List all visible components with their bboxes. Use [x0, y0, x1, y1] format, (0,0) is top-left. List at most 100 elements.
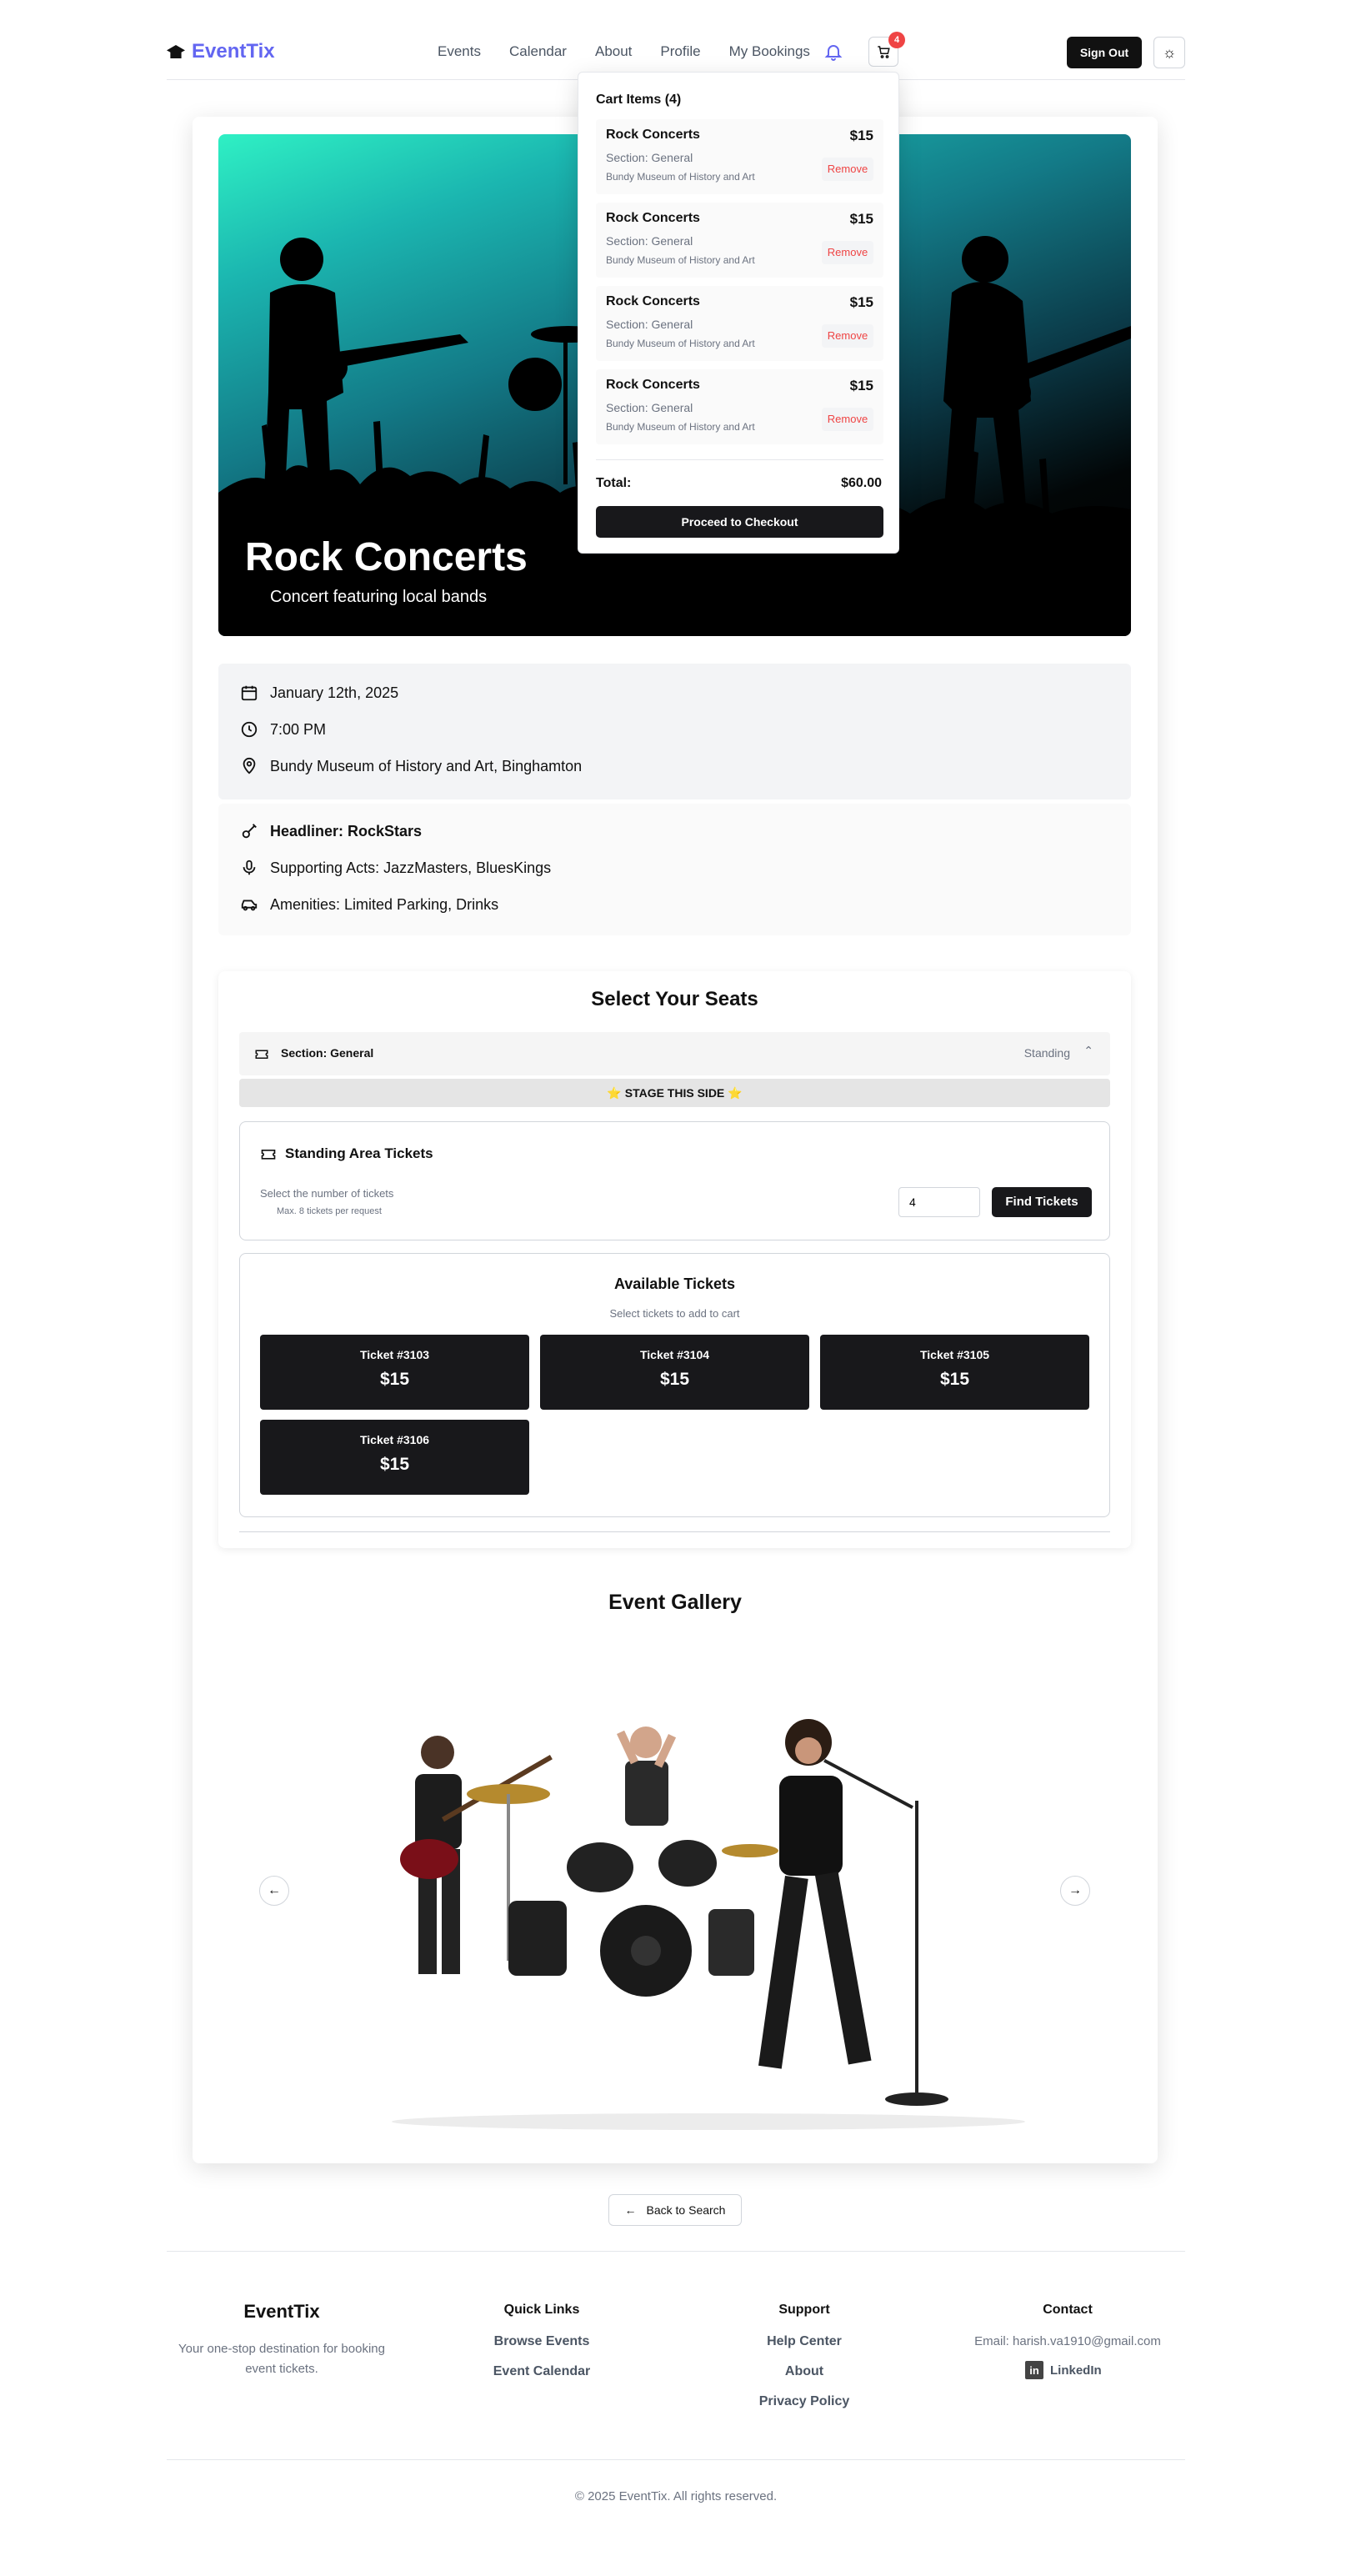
footer-brand: EventTix [243, 2301, 320, 2322]
sign-out-button[interactable]: Sign Out [1067, 37, 1142, 68]
cart-item-remove-button[interactable]: Remove [822, 408, 873, 431]
arrow-left-icon: ← [624, 2203, 637, 2217]
ticket-name: Ticket #3105 [919, 1348, 990, 1361]
cart-item-remove-button[interactable]: Remove [822, 158, 873, 181]
headliner: Headliner: RockStars [270, 822, 423, 839]
cart-title: Cart Items (4) [596, 93, 682, 107]
graduation-cap-icon [167, 45, 185, 58]
cart-item-price: $15 [849, 378, 873, 393]
available-title: Available Tickets [613, 1275, 736, 1292]
footer-tagline: Your one-stop destination for booking ev… [167, 2339, 397, 2379]
ticket-price: $15 [939, 1370, 970, 1389]
nav-about[interactable]: About [595, 43, 632, 60]
footer-tagline-line-1: Your one-stop destination for booking [178, 2342, 385, 2356]
footer-link-about[interactable]: About [696, 2364, 913, 2379]
event-location-row: Bundy Museum of History and Art, Bingham… [240, 757, 582, 775]
cart-item-remove-button[interactable]: Remove [822, 241, 873, 264]
guitar-icon [242, 824, 257, 839]
footer-link-browse-events[interactable]: Browse Events [433, 2334, 650, 2349]
chevron-up-icon[interactable]: ⌃ [1083, 1044, 1093, 1058]
ticket-card[interactable]: Ticket #3103 $15 [260, 1335, 529, 1410]
footer-link-help-center[interactable]: Help Center [696, 2334, 913, 2349]
cart-item: Rock Concerts $15 Section: General Bundy… [596, 286, 883, 361]
event-info-primary: January 12th, 2025 7:00 PM Bundy Museum … [218, 664, 1131, 799]
select-count-label: Select the number of tickets [260, 1187, 394, 1200]
ticket-price: $15 [379, 1455, 410, 1474]
cart-dropdown: Cart Items (4) Rock Concerts $15 Section… [578, 72, 899, 554]
amenities-row: Amenities: Limited Parking, Drinks [240, 895, 498, 914]
cart-total: $60.00 [841, 476, 882, 490]
ticket-name: Ticket #3104 [639, 1348, 710, 1361]
cart-item-section: Section: General [606, 401, 693, 414]
linkedin-link[interactable]: in LinkedIn [1025, 2361, 1102, 2379]
calendar-icon [241, 685, 258, 701]
cart-item: Rock Concerts $15 Section: General Bundy… [596, 369, 883, 444]
divider [239, 1531, 1110, 1532]
ticket-card[interactable]: Ticket #3105 $15 [820, 1335, 1089, 1410]
sun-icon: ☼ [1162, 43, 1177, 61]
cart-item-name: Rock Concerts [606, 211, 700, 225]
cart-item: Rock Concerts $15 Section: General Bundy… [596, 119, 883, 194]
nav-my-bookings[interactable]: My Bookings [729, 43, 810, 60]
supporting-acts: Supporting Acts: JazzMasters, BluesKings [270, 859, 552, 876]
gallery-title: Event Gallery [608, 1591, 742, 1614]
cart-total-label: Total: [596, 476, 632, 490]
gallery-next-button[interactable]: → [1060, 1876, 1090, 1906]
standing-area-panel: Standing Area Tickets Select the number … [239, 1121, 1110, 1240]
ticket-card[interactable]: Ticket #3106 $15 [260, 1420, 529, 1495]
contact-title: Contact [1043, 2303, 1093, 2317]
cart-item-name: Rock Concerts [606, 294, 700, 308]
cart-icon [878, 46, 890, 58]
main-nav: Events Calendar About Profile My Booking… [438, 43, 810, 60]
event-subtitle: Concert featuring local bands [270, 588, 488, 606]
cart-item-venue: Bundy Museum of History and Art [606, 338, 755, 349]
nav-profile[interactable]: Profile [660, 43, 700, 60]
ticket-name: Ticket #3103 [359, 1348, 430, 1361]
quick-links-title: Quick Links [503, 2303, 580, 2317]
footer-divider [167, 2251, 1185, 2252]
cart-item-venue: Bundy Museum of History and Art [606, 421, 755, 433]
bell-icon[interactable] [823, 42, 843, 62]
supporting-row: Supporting Acts: JazzMasters, BluesKings [240, 859, 551, 877]
theme-toggle-button[interactable]: ☼ [1153, 37, 1185, 68]
footer-bottom-divider [167, 2459, 1185, 2460]
available-tickets-panel: Available Tickets Select tickets to add … [239, 1253, 1110, 1517]
headliner-row: Headliner: RockStars [240, 822, 422, 840]
ticket-price: $15 [379, 1370, 410, 1389]
stage-indicator: ⭐ STAGE THIS SIDE ⭐ [239, 1079, 1110, 1107]
gallery-prev-button[interactable]: ← [259, 1876, 289, 1906]
seats-title: Select Your Seats [591, 988, 758, 1010]
linkedin-label: LinkedIn [1050, 2363, 1102, 2378]
event-date: January 12th, 2025 [270, 684, 399, 701]
back-to-search-button[interactable]: ← Back to Search [608, 2194, 742, 2226]
microphone-icon [243, 860, 256, 875]
ticket-quantity-input[interactable] [898, 1187, 980, 1217]
cart-item-section: Section: General [606, 234, 693, 248]
find-tickets-button[interactable]: Find Tickets [992, 1187, 1092, 1217]
cart-count-badge: 4 [888, 32, 905, 48]
proceed-to-checkout-button[interactable]: Proceed to Checkout [596, 506, 883, 538]
footer-link-privacy-policy[interactable]: Privacy Policy [696, 2394, 913, 2409]
nav-calendar[interactable]: Calendar [509, 43, 567, 60]
cart-item-venue: Bundy Museum of History and Art [606, 171, 755, 183]
cart-item-venue: Bundy Museum of History and Art [606, 254, 755, 266]
available-subtitle: Select tickets to add to cart [609, 1307, 740, 1320]
nav-events[interactable]: Events [438, 43, 481, 60]
brand-logo[interactable]: EventTix [167, 40, 275, 63]
ticket-card[interactable]: Ticket #3104 $15 [540, 1335, 809, 1410]
cart-item-section: Section: General [606, 151, 693, 164]
contact-email: Email: harish.va1910@gmail.com [974, 2334, 1161, 2348]
cart-item-name: Rock Concerts [606, 128, 700, 142]
cart-item-section: Section: General [606, 318, 693, 331]
cart-item-remove-button[interactable]: Remove [822, 324, 873, 348]
max-tickets-note: Max. 8 tickets per request [277, 1206, 382, 1216]
cart-item-price: $15 [849, 294, 873, 310]
cart-divider [596, 459, 883, 460]
footer-tagline-line-2: event tickets. [245, 2362, 318, 2376]
back-to-search-label: Back to Search [646, 2203, 726, 2217]
cart-item-name: Rock Concerts [606, 378, 700, 392]
section-general-header[interactable]: Section: General Standing ⌃ [239, 1032, 1110, 1075]
footer-link-event-calendar[interactable]: Event Calendar [433, 2364, 650, 2379]
support-title: Support [778, 2303, 830, 2317]
brand-name: EventTix [192, 40, 275, 63]
